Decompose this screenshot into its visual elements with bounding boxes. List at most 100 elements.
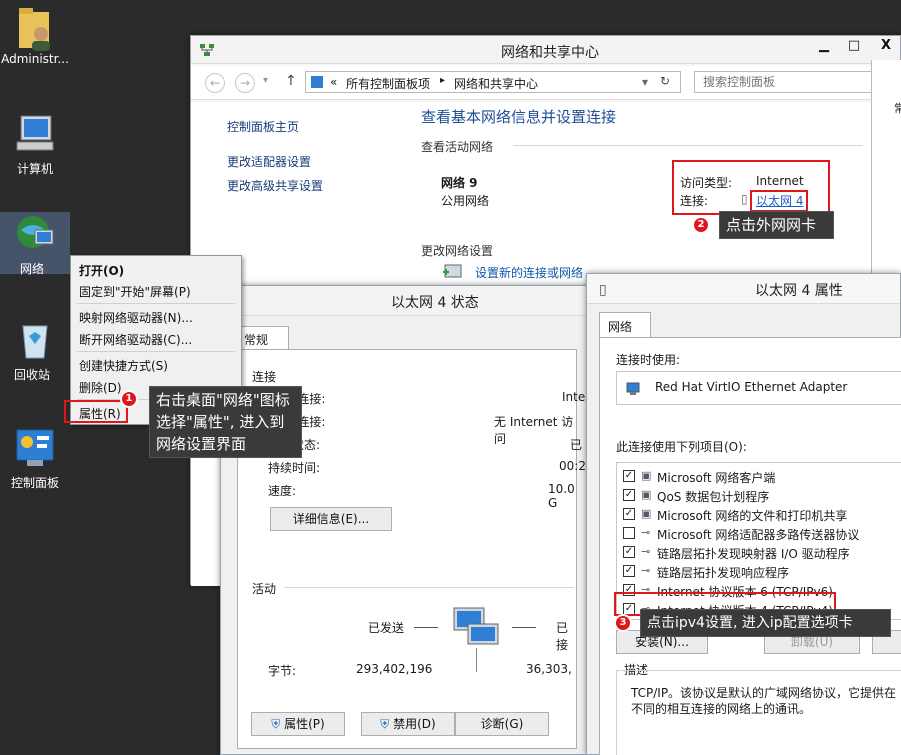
computer-icon bbox=[13, 112, 57, 156]
details-button[interactable]: 详细信息(E)... bbox=[270, 507, 392, 531]
disable-button-label: 禁用(D) bbox=[393, 717, 436, 731]
menu-item-delete[interactable]: 删除(D) bbox=[79, 379, 122, 396]
setup-new-connection-link[interactable]: 设置新的连接或网络 bbox=[475, 264, 583, 281]
shield-icon: ⛨ bbox=[380, 717, 390, 731]
desktop-icon-network[interactable]: 网络 bbox=[0, 212, 70, 276]
tab-network[interactable]: 网络 bbox=[599, 312, 651, 338]
menu-item-pin-start[interactable]: 固定到"开始"屏幕(P) bbox=[79, 283, 191, 300]
adapter-name: Red Hat VirtIO Ethernet Adapter bbox=[655, 380, 848, 394]
maximize-button[interactable]: □ bbox=[839, 36, 869, 58]
desktop-icon-control-panel[interactable]: 控制面板 bbox=[0, 426, 70, 491]
up-arrow-icon[interactable]: ↑ bbox=[285, 73, 297, 89]
ethernet-status-window: 以太网 4 状态 常规 连接 IPv4 连接: Inte IPv6 连接: 无 … bbox=[220, 285, 590, 755]
network-type: 公用网络 bbox=[441, 194, 490, 208]
component-checkbox[interactable]: ✓ bbox=[623, 546, 635, 558]
status-row-value: 无 Internet 访问 bbox=[494, 415, 574, 446]
menu-separator bbox=[77, 351, 235, 352]
sidebar-item-advanced-sharing[interactable]: 更改高级共享设置 bbox=[227, 177, 323, 194]
component-checkbox[interactable]: ✓ bbox=[623, 508, 635, 520]
desktop-icon-label: 计算机 bbox=[16, 162, 53, 176]
desktop-icon-label: Administr... bbox=[1, 52, 69, 66]
active-section-divider bbox=[513, 145, 863, 146]
window-title: 以太网 4 状态 bbox=[391, 295, 479, 311]
breadcrumb-separator: ▸ bbox=[440, 75, 446, 86]
component-checkbox[interactable]: ✓ bbox=[623, 489, 635, 501]
desktop-icon-administrator[interactable]: Administr... bbox=[0, 4, 70, 66]
adapter-title-icon: ▯ bbox=[599, 282, 607, 298]
status-row-value: 00:2 bbox=[559, 459, 586, 473]
search-input[interactable] bbox=[694, 71, 874, 93]
component-list-item[interactable]: ⊸ Microsoft 网络适配器多路传送器协议 bbox=[617, 524, 901, 543]
properties-button[interactable]: ⛨ 属性(P) bbox=[251, 712, 345, 736]
status-row-label: 持续时间: bbox=[268, 461, 321, 475]
status-row-value: Inte bbox=[562, 390, 586, 404]
step-1-badge: 1 bbox=[120, 390, 138, 408]
address-dropdown-icon[interactable]: ▾ bbox=[642, 75, 648, 89]
step-2-badge: 2 bbox=[692, 216, 710, 234]
recent-chevron-icon[interactable]: ▾ bbox=[263, 75, 268, 86]
component-list-item[interactable]: ✓ ⊸ 链路层拓扑发现映射器 I/O 驱动程序 bbox=[617, 543, 901, 562]
adapter-icon bbox=[625, 380, 641, 399]
breadcrumb-all-items[interactable]: 所有控制面板项 bbox=[346, 75, 430, 92]
highlight-ethernet4-link bbox=[750, 190, 808, 212]
adapter-field: Red Hat VirtIO Ethernet Adapter bbox=[616, 371, 901, 405]
bytes-label: 字节: bbox=[268, 664, 297, 678]
component-list-item[interactable]: ✓ ▣ Microsoft 网络的文件和打印机共享 bbox=[617, 505, 901, 524]
tab-general[interactable]: 常规 bbox=[237, 326, 289, 350]
ethernet-properties-window: ▯ 以太网 4 属性 网络 连接时使用: Red Hat VirtIO Ethe… bbox=[586, 273, 901, 755]
active-networks-label: 查看活动网络 bbox=[421, 140, 494, 154]
activity-section-label: 活动 bbox=[252, 582, 277, 596]
component-label: 链路层拓扑发现响应程序 bbox=[657, 566, 790, 580]
component-list-item[interactable]: ✓ ▣ QoS 数据包计划程序 bbox=[617, 486, 901, 505]
network-globe-icon bbox=[13, 212, 57, 256]
step-1-callout: 右击桌面"网络"图标选择"属性", 进入到网络设置界面 bbox=[149, 386, 302, 458]
close-button[interactable]: X bbox=[871, 36, 901, 58]
component-list-item[interactable]: ✓ ⊸ 链路层拓扑发现响应程序 bbox=[617, 562, 901, 581]
connection-section-label: 连接 bbox=[252, 370, 277, 384]
component-icon: ▣ bbox=[641, 507, 652, 520]
forward-arrow-icon[interactable]: → bbox=[235, 73, 255, 93]
component-icon: ⊸ bbox=[641, 545, 651, 558]
network-app-icon bbox=[199, 42, 215, 62]
properties-button-label: 属性(P) bbox=[284, 717, 325, 731]
window-title: 以太网 4 属性 bbox=[755, 283, 843, 299]
address-field[interactable]: « 所有控制面板项 ▸ 网络和共享中心 ▾ ↻ bbox=[305, 71, 681, 93]
sidebar-item-home[interactable]: 控制面板主页 bbox=[227, 118, 299, 135]
menu-separator bbox=[77, 303, 235, 304]
refresh-icon[interactable]: ↻ bbox=[660, 74, 670, 88]
back-arrow-icon[interactable]: ← bbox=[205, 73, 225, 93]
menu-item-open[interactable]: 打开(O) bbox=[79, 262, 124, 279]
bytes-recv-value: 36,303, bbox=[526, 662, 572, 676]
diagnose-button[interactable]: 诊断(G) bbox=[455, 712, 549, 736]
title-bar: 以太网 4 状态 bbox=[221, 286, 589, 316]
component-icon: ▣ bbox=[641, 469, 652, 482]
menu-item-map-drive[interactable]: 映射网络驱动器(N)... bbox=[79, 309, 193, 326]
component-checkbox[interactable]: ✓ bbox=[623, 565, 635, 577]
desktop-icon-label: 网络 bbox=[20, 262, 45, 276]
bytes-sent-value: 293,402,196 bbox=[356, 662, 433, 676]
minimize-button[interactable]: ▁ bbox=[809, 36, 839, 58]
user-folder-icon bbox=[13, 4, 57, 51]
component-checkbox[interactable]: ✓ bbox=[623, 470, 635, 482]
step-3-badge: 3 bbox=[614, 614, 632, 632]
disable-button[interactable]: ⛨ 禁用(D) bbox=[361, 712, 455, 736]
sent-label: 已发送 bbox=[368, 621, 405, 635]
sidebar-item-adapter-settings[interactable]: 更改适配器设置 bbox=[227, 153, 311, 170]
recycle-bin-icon bbox=[13, 318, 57, 362]
address-prefix: « bbox=[330, 75, 338, 89]
network-name: 网络 9 bbox=[441, 176, 478, 190]
desktop-icon-recycle-bin[interactable]: 回收站 bbox=[0, 318, 70, 383]
menu-item-create-shortcut[interactable]: 创建快捷方式(S) bbox=[79, 357, 168, 374]
window-title: 网络和共享中心 bbox=[501, 45, 599, 61]
breadcrumb-network-center[interactable]: 网络和共享中心 bbox=[454, 75, 538, 92]
step-2-callout: 点击外网网卡 bbox=[719, 211, 834, 239]
desktop-icon-computer[interactable]: 计算机 bbox=[0, 112, 70, 177]
menu-item-disconnect-drive[interactable]: 断开网络驱动器(C)... bbox=[79, 331, 192, 348]
component-label: 链路层拓扑发现映射器 I/O 驱动程序 bbox=[657, 547, 850, 561]
recv-dash bbox=[512, 627, 536, 628]
change-settings-label: 更改网络设置 bbox=[421, 244, 494, 258]
component-icon: ⊸ bbox=[641, 526, 651, 539]
bytes-divider bbox=[476, 648, 477, 672]
component-list-item[interactable]: ✓ ▣ Microsoft 网络客户端 bbox=[617, 467, 901, 486]
component-checkbox[interactable] bbox=[623, 527, 635, 539]
